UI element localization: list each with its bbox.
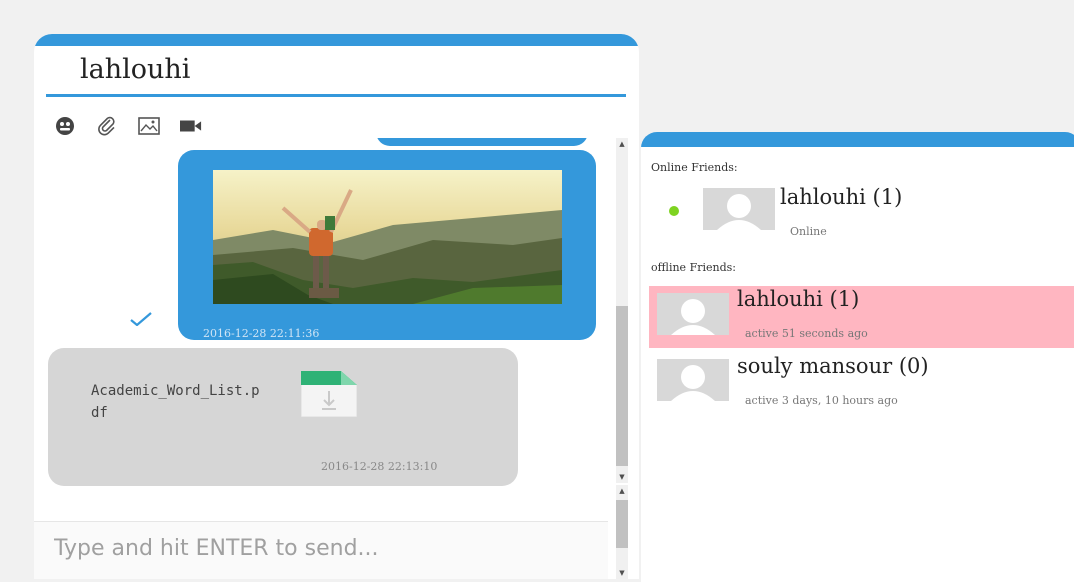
message-input-area [34, 521, 614, 579]
friend-item-online[interactable]: lahlouhi (1) Online [649, 184, 1074, 246]
offline-friends-label: offline Friends: [651, 261, 736, 274]
paperclip-icon[interactable] [96, 116, 118, 136]
video-icon[interactable] [180, 116, 202, 136]
friend-status: active 3 days, 10 hours ago [745, 394, 898, 407]
message-list: 2016-12-28 22:11:36 Academic_Word_List.p… [34, 138, 612, 520]
friends-header-bar [641, 132, 1074, 147]
friend-status: active 51 seconds ago [745, 327, 868, 340]
title-divider [46, 94, 626, 97]
avatar [657, 359, 729, 401]
file-download-icon[interactable] [300, 370, 358, 421]
scrollbar-thumb[interactable] [616, 306, 628, 466]
friend-name[interactable]: lahlouhi (1) [737, 287, 859, 311]
message-input[interactable] [34, 522, 614, 574]
friend-name[interactable]: souly mansour (0) [737, 354, 929, 378]
friends-panel: Online Friends: lahlouhi (1) Online offl… [641, 132, 1074, 582]
image-message-bubble[interactable]: 2016-12-28 22:11:36 [178, 150, 596, 340]
friend-name[interactable]: lahlouhi (1) [780, 185, 902, 209]
chat-title: lahlouhi [80, 54, 191, 85]
friend-status: Online [790, 225, 827, 238]
scroll-up-arrow-icon[interactable]: ▲ [616, 138, 628, 150]
message-photo[interactable] [213, 170, 562, 304]
avatar [703, 188, 775, 230]
message-timestamp: 2016-12-28 22:13:10 [321, 460, 438, 473]
friend-item-offline-highlighted[interactable]: lahlouhi (1) active 51 seconds ago [649, 286, 1074, 348]
online-friends-label: Online Friends: [651, 161, 738, 174]
file-name[interactable]: Academic_Word_List.pdf [91, 380, 266, 424]
message-timestamp: 2016-12-28 22:11:36 [203, 327, 320, 340]
scroll-up-arrow-icon[interactable]: ▲ [616, 485, 628, 497]
chat-header-bar [34, 34, 639, 46]
avatar [657, 293, 729, 335]
image-icon[interactable] [138, 116, 160, 136]
input-scrollbar[interactable]: ▲ ▼ [616, 485, 628, 579]
read-check-icon [130, 311, 152, 330]
emoji-icon[interactable] [54, 116, 76, 136]
friend-item-offline[interactable]: souly mansour (0) active 3 days, 10 hour… [649, 352, 1074, 414]
scrollbar-thumb[interactable] [616, 500, 628, 548]
scroll-down-arrow-icon[interactable]: ▼ [616, 567, 628, 579]
chat-toolbar [54, 116, 202, 136]
chat-window: lahlouhi 2016-12-28 22:11:36 Academic_Wo… [34, 34, 639, 579]
previous-message-bubble [376, 138, 588, 146]
scroll-down-arrow-icon[interactable]: ▼ [616, 471, 628, 483]
messages-scrollbar[interactable]: ▲ ▼ [616, 138, 628, 483]
file-message-bubble[interactable]: Academic_Word_List.pdf 2016-12-28 22:13:… [48, 348, 518, 486]
